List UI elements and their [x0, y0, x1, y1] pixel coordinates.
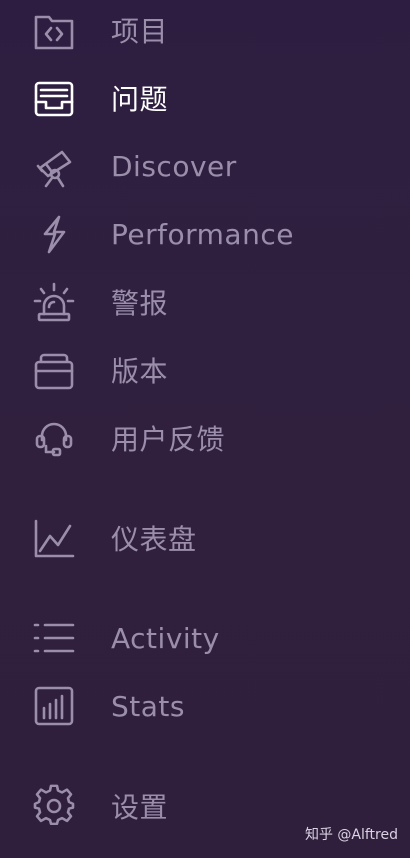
sidebar-item-label: Stats: [111, 689, 185, 723]
bar-chart-icon: [32, 684, 76, 728]
siren-icon: [32, 280, 76, 324]
sidebar-item-issues[interactable]: 问题: [0, 70, 410, 126]
inbox-icon: [32, 76, 76, 120]
sidebar-item-label: 版本: [111, 355, 169, 388]
headset-icon: [32, 416, 76, 460]
sidebar-item-alerts[interactable]: 警报: [0, 274, 410, 330]
sidebar-item-stats[interactable]: Stats: [0, 678, 410, 734]
sidebar-item-label: 仪表盘: [111, 523, 197, 556]
lightning-icon: [32, 212, 76, 256]
folder-code-icon: [32, 8, 76, 52]
sidebar-item-label: 用户反馈: [111, 423, 226, 456]
sidebar-item-label: Activity: [111, 621, 220, 655]
sidebar: 项目 问题 Discover Performance 警报 版本 用户反馈 仪表…: [0, 0, 410, 858]
sidebar-item-discover[interactable]: Discover: [0, 138, 410, 194]
sidebar-item-user-feedback[interactable]: 用户反馈: [0, 410, 410, 466]
sidebar-item-label: Performance: [111, 217, 294, 251]
sidebar-item-label: 警报: [111, 287, 169, 320]
sidebar-item-label: 项目: [111, 15, 169, 48]
sidebar-item-dashboards[interactable]: 仪表盘: [0, 510, 410, 566]
gear-icon: [32, 784, 76, 828]
sidebar-item-label: 问题: [111, 83, 169, 116]
line-graph-icon: [32, 516, 76, 560]
sidebar-item-releases[interactable]: 版本: [0, 342, 410, 398]
sidebar-item-label: 设置: [111, 791, 169, 824]
sidebar-item-projects[interactable]: 项目: [0, 2, 410, 58]
watermark-text: 知乎 @Alftred: [304, 827, 398, 843]
sidebar-item-activity[interactable]: Activity: [0, 610, 410, 666]
list-icon: [32, 616, 76, 660]
telescope-icon: [32, 144, 76, 188]
sidebar-item-performance[interactable]: Performance: [0, 206, 410, 262]
sidebar-item-label: Discover: [111, 149, 237, 183]
releases-stack-icon: [32, 348, 76, 392]
